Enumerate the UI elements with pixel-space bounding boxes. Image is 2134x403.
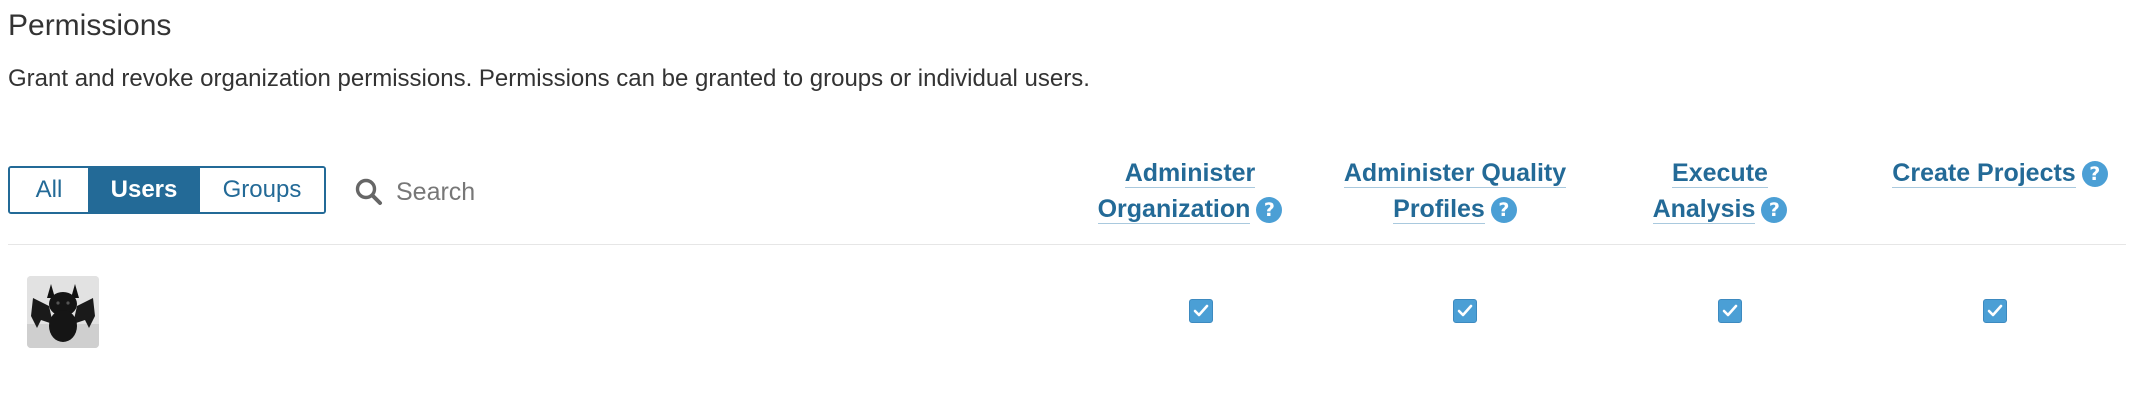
avatar: [27, 276, 99, 348]
permission-name[interactable]: Administer: [1124, 159, 1256, 188]
help-icon[interactable]: ?: [1761, 197, 1788, 223]
check-icon: [1193, 304, 1209, 317]
permission-name[interactable]: Analysis: [1652, 195, 1756, 224]
filter-button-group: All Users Groups: [8, 166, 326, 214]
permission-header-create-projects: Create Projects?: [1855, 155, 2134, 191]
permission-name[interactable]: Administer Quality: [1343, 159, 1567, 188]
check-icon: [1987, 304, 2003, 317]
permission-checkbox-create-projects[interactable]: [1983, 299, 2007, 323]
search-input[interactable]: [396, 177, 636, 207]
permission-header-execute-analysis: Execute Analysis?: [1590, 155, 1850, 227]
permission-name[interactable]: Create Projects: [1892, 159, 2076, 188]
help-icon[interactable]: ?: [1256, 197, 1283, 223]
permission-header-administer-quality-profiles: Administer Quality Profiles?: [1325, 155, 1585, 227]
help-icon[interactable]: ?: [1490, 197, 1517, 223]
filter-users-button[interactable]: Users: [88, 168, 198, 212]
permission-name[interactable]: Organization: [1097, 195, 1251, 224]
help-icon[interactable]: ?: [2081, 161, 2108, 187]
permission-name[interactable]: Execute: [1672, 159, 1768, 188]
permission-name[interactable]: Profiles: [1393, 195, 1485, 224]
table-row: [0, 245, 2134, 365]
filter-groups-button[interactable]: Groups: [198, 168, 324, 212]
bat-cat-avatar-icon: [27, 276, 99, 348]
page-description: Grant and revoke organization permission…: [8, 65, 1090, 92]
page-title: Permissions: [8, 9, 172, 42]
permission-header-administer-organization: Administer Organization?: [1060, 155, 1320, 227]
filter-all-button[interactable]: All: [10, 168, 88, 212]
permission-checkbox-administer-quality-profiles[interactable]: [1453, 299, 1477, 323]
permission-checkbox-execute-analysis[interactable]: [1718, 299, 1742, 323]
check-icon: [1457, 304, 1473, 317]
check-icon: [1722, 304, 1738, 317]
permission-checkbox-administer-organization[interactable]: [1189, 299, 1213, 323]
search-icon: [355, 178, 382, 205]
search-box: [354, 170, 654, 214]
